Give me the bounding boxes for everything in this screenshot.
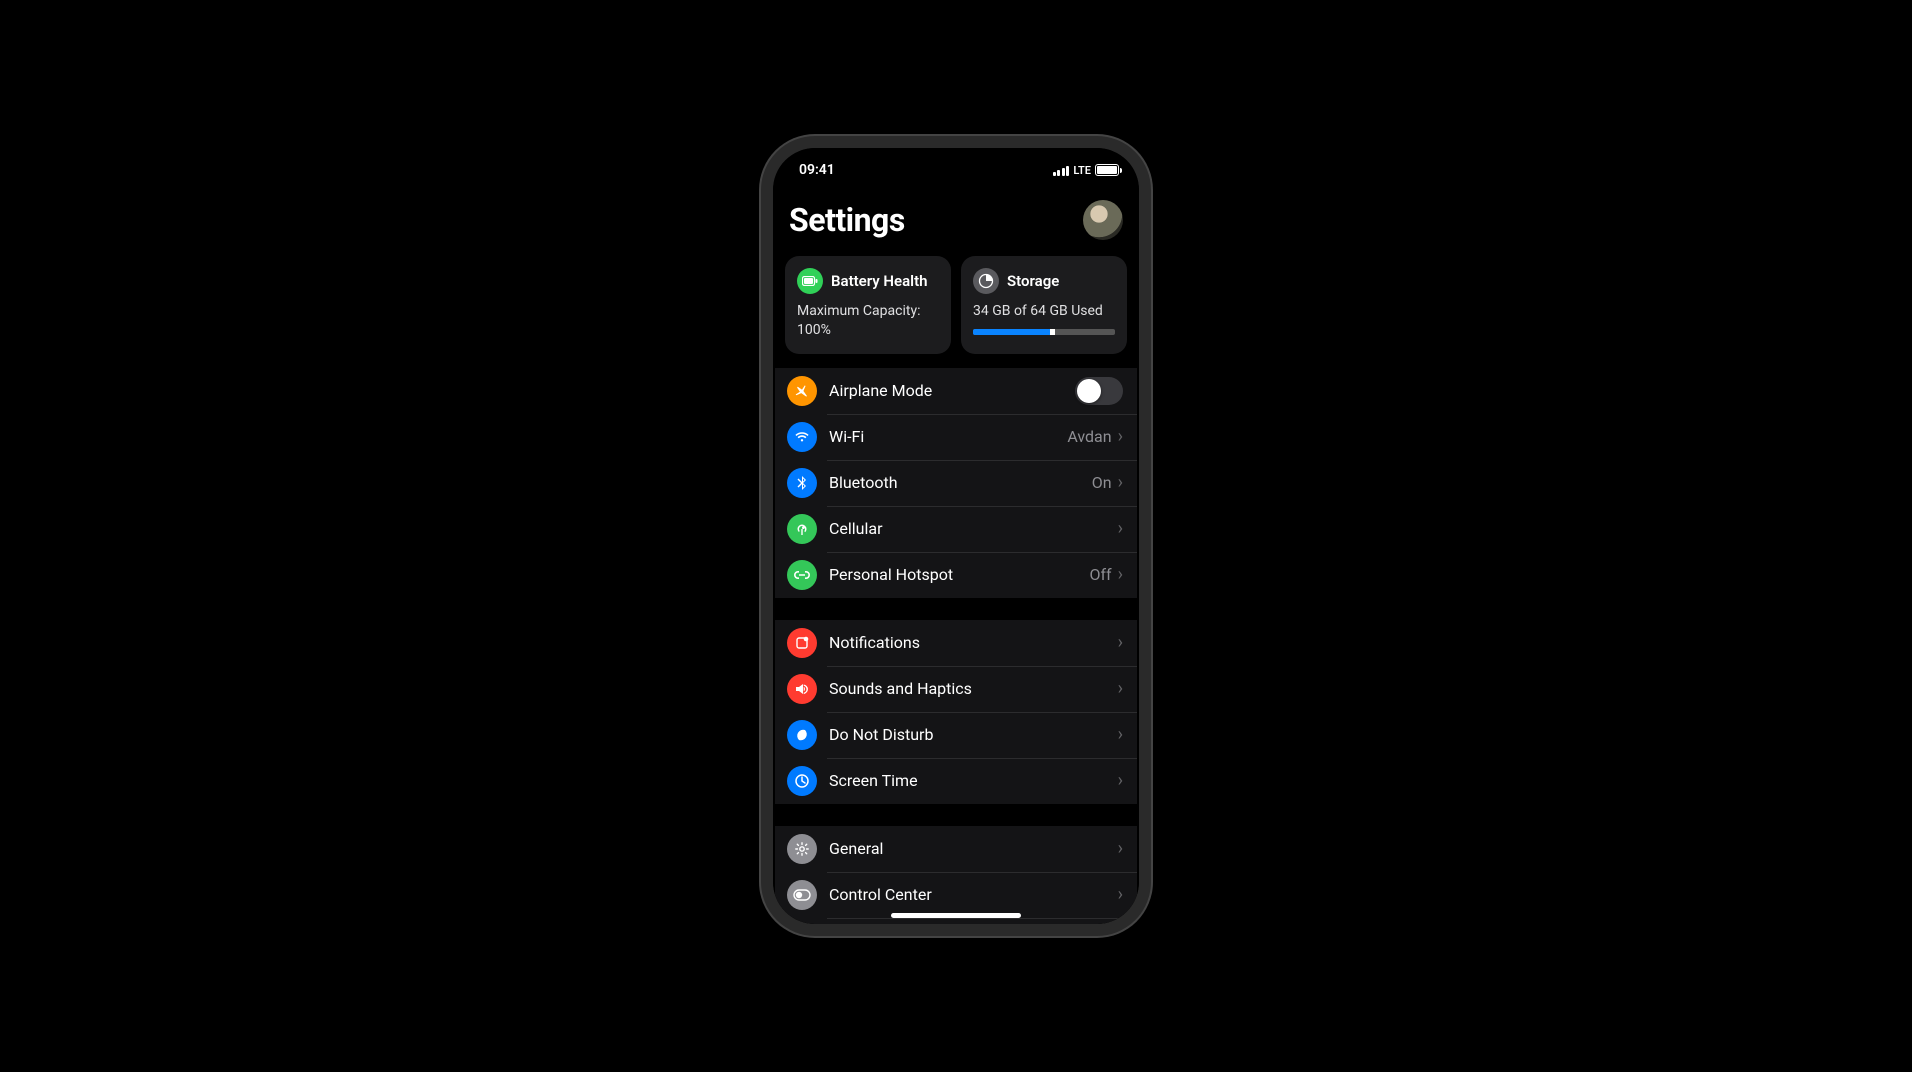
row-do-not-disturb[interactable]: Do Not Disturb › bbox=[775, 712, 1137, 758]
profile-avatar[interactable] bbox=[1083, 200, 1123, 240]
airplane-icon bbox=[787, 376, 817, 406]
dnd-label: Do Not Disturb bbox=[829, 725, 1118, 744]
controlcenter-icon bbox=[787, 880, 817, 910]
wifi-icon bbox=[787, 422, 817, 452]
controlcenter-label: Control Center bbox=[829, 885, 1118, 904]
chevron-right-icon: › bbox=[1118, 518, 1123, 539]
system-section: General › Control Center › Display and B… bbox=[775, 826, 1137, 924]
chevron-right-icon: › bbox=[1118, 884, 1123, 905]
general-icon bbox=[787, 834, 817, 864]
status-indicators: LTE bbox=[1053, 164, 1119, 177]
screentime-label: Screen Time bbox=[829, 771, 1118, 790]
row-wifi[interactable]: Wi-Fi Avdan › bbox=[775, 414, 1137, 460]
row-notifications[interactable]: Notifications › bbox=[775, 620, 1137, 666]
bluetooth-label: Bluetooth bbox=[829, 473, 1092, 492]
hotspot-icon bbox=[787, 560, 817, 590]
battery-icon-circle bbox=[797, 268, 823, 294]
row-general[interactable]: General › bbox=[775, 826, 1137, 872]
hotspot-label: Personal Hotspot bbox=[829, 565, 1089, 584]
notifications-icon bbox=[787, 628, 817, 658]
chevron-right-icon: › bbox=[1118, 564, 1123, 585]
cellular-icon bbox=[787, 514, 817, 544]
bluetooth-value: On bbox=[1092, 473, 1112, 492]
airplane-label: Airplane Mode bbox=[829, 381, 1075, 400]
airplane-toggle[interactable] bbox=[1075, 377, 1123, 405]
status-time: 09:41 bbox=[793, 162, 835, 178]
chevron-right-icon: › bbox=[1118, 632, 1123, 653]
row-airplane-mode[interactable]: Airplane Mode bbox=[775, 368, 1137, 414]
wifi-label: Wi-Fi bbox=[829, 427, 1067, 446]
wifi-value: Avdan bbox=[1067, 427, 1111, 446]
storage-card-title: Storage bbox=[1007, 272, 1059, 290]
sounds-icon bbox=[787, 674, 817, 704]
alerts-section: Notifications › Sounds and Haptics › Do … bbox=[775, 620, 1137, 804]
row-personal-hotspot[interactable]: Personal Hotspot Off › bbox=[775, 552, 1137, 598]
row-screen-time[interactable]: Screen Time › bbox=[775, 758, 1137, 804]
storage-card-detail: 34 GB of 64 GB Used bbox=[973, 302, 1115, 321]
chevron-right-icon: › bbox=[1118, 426, 1123, 447]
row-control-center[interactable]: Control Center › bbox=[775, 872, 1137, 918]
signal-icon bbox=[1053, 164, 1070, 176]
battery-icon bbox=[1095, 164, 1119, 176]
carrier-label: LTE bbox=[1073, 164, 1091, 177]
chevron-right-icon: › bbox=[1118, 678, 1123, 699]
chevron-right-icon: › bbox=[1118, 770, 1123, 791]
phone-frame: 09:41 LTE Settings Batte bbox=[761, 136, 1151, 936]
battery-health-card[interactable]: Battery Health Maximum Capacity: 100% bbox=[785, 256, 951, 354]
screen: 09:41 LTE Settings Batte bbox=[773, 148, 1139, 924]
storage-card[interactable]: Storage 34 GB of 64 GB Used bbox=[961, 256, 1127, 354]
chevron-right-icon: › bbox=[1118, 724, 1123, 745]
row-bluetooth[interactable]: Bluetooth On › bbox=[775, 460, 1137, 506]
cellular-label: Cellular bbox=[829, 519, 1118, 538]
row-display-brightness[interactable]: Display and Brightness › bbox=[775, 918, 1137, 924]
battery-card-detail: Maximum Capacity: 100% bbox=[797, 302, 939, 340]
battery-card-title: Battery Health bbox=[831, 272, 928, 290]
screentime-icon bbox=[787, 766, 817, 796]
info-cards: Battery Health Maximum Capacity: 100% St… bbox=[773, 256, 1139, 368]
sounds-label: Sounds and Haptics bbox=[829, 679, 1118, 698]
storage-icon-circle bbox=[973, 268, 999, 294]
dnd-icon bbox=[787, 720, 817, 750]
page-title: Settings bbox=[789, 201, 905, 239]
notifications-label: Notifications bbox=[829, 633, 1118, 652]
hotspot-value: Off bbox=[1089, 565, 1111, 584]
storage-progress-bar bbox=[973, 329, 1115, 335]
connectivity-section: Airplane Mode Wi-Fi Avdan › Bluetooth On bbox=[775, 368, 1137, 598]
bluetooth-icon bbox=[787, 468, 817, 498]
chevron-right-icon: › bbox=[1118, 838, 1123, 859]
notch bbox=[871, 148, 1041, 176]
home-indicator[interactable] bbox=[891, 913, 1021, 918]
chevron-right-icon: › bbox=[1118, 472, 1123, 493]
general-label: General bbox=[829, 839, 1118, 858]
row-sounds-haptics[interactable]: Sounds and Haptics › bbox=[775, 666, 1137, 712]
page-header: Settings bbox=[773, 192, 1139, 256]
row-cellular[interactable]: Cellular › bbox=[775, 506, 1137, 552]
